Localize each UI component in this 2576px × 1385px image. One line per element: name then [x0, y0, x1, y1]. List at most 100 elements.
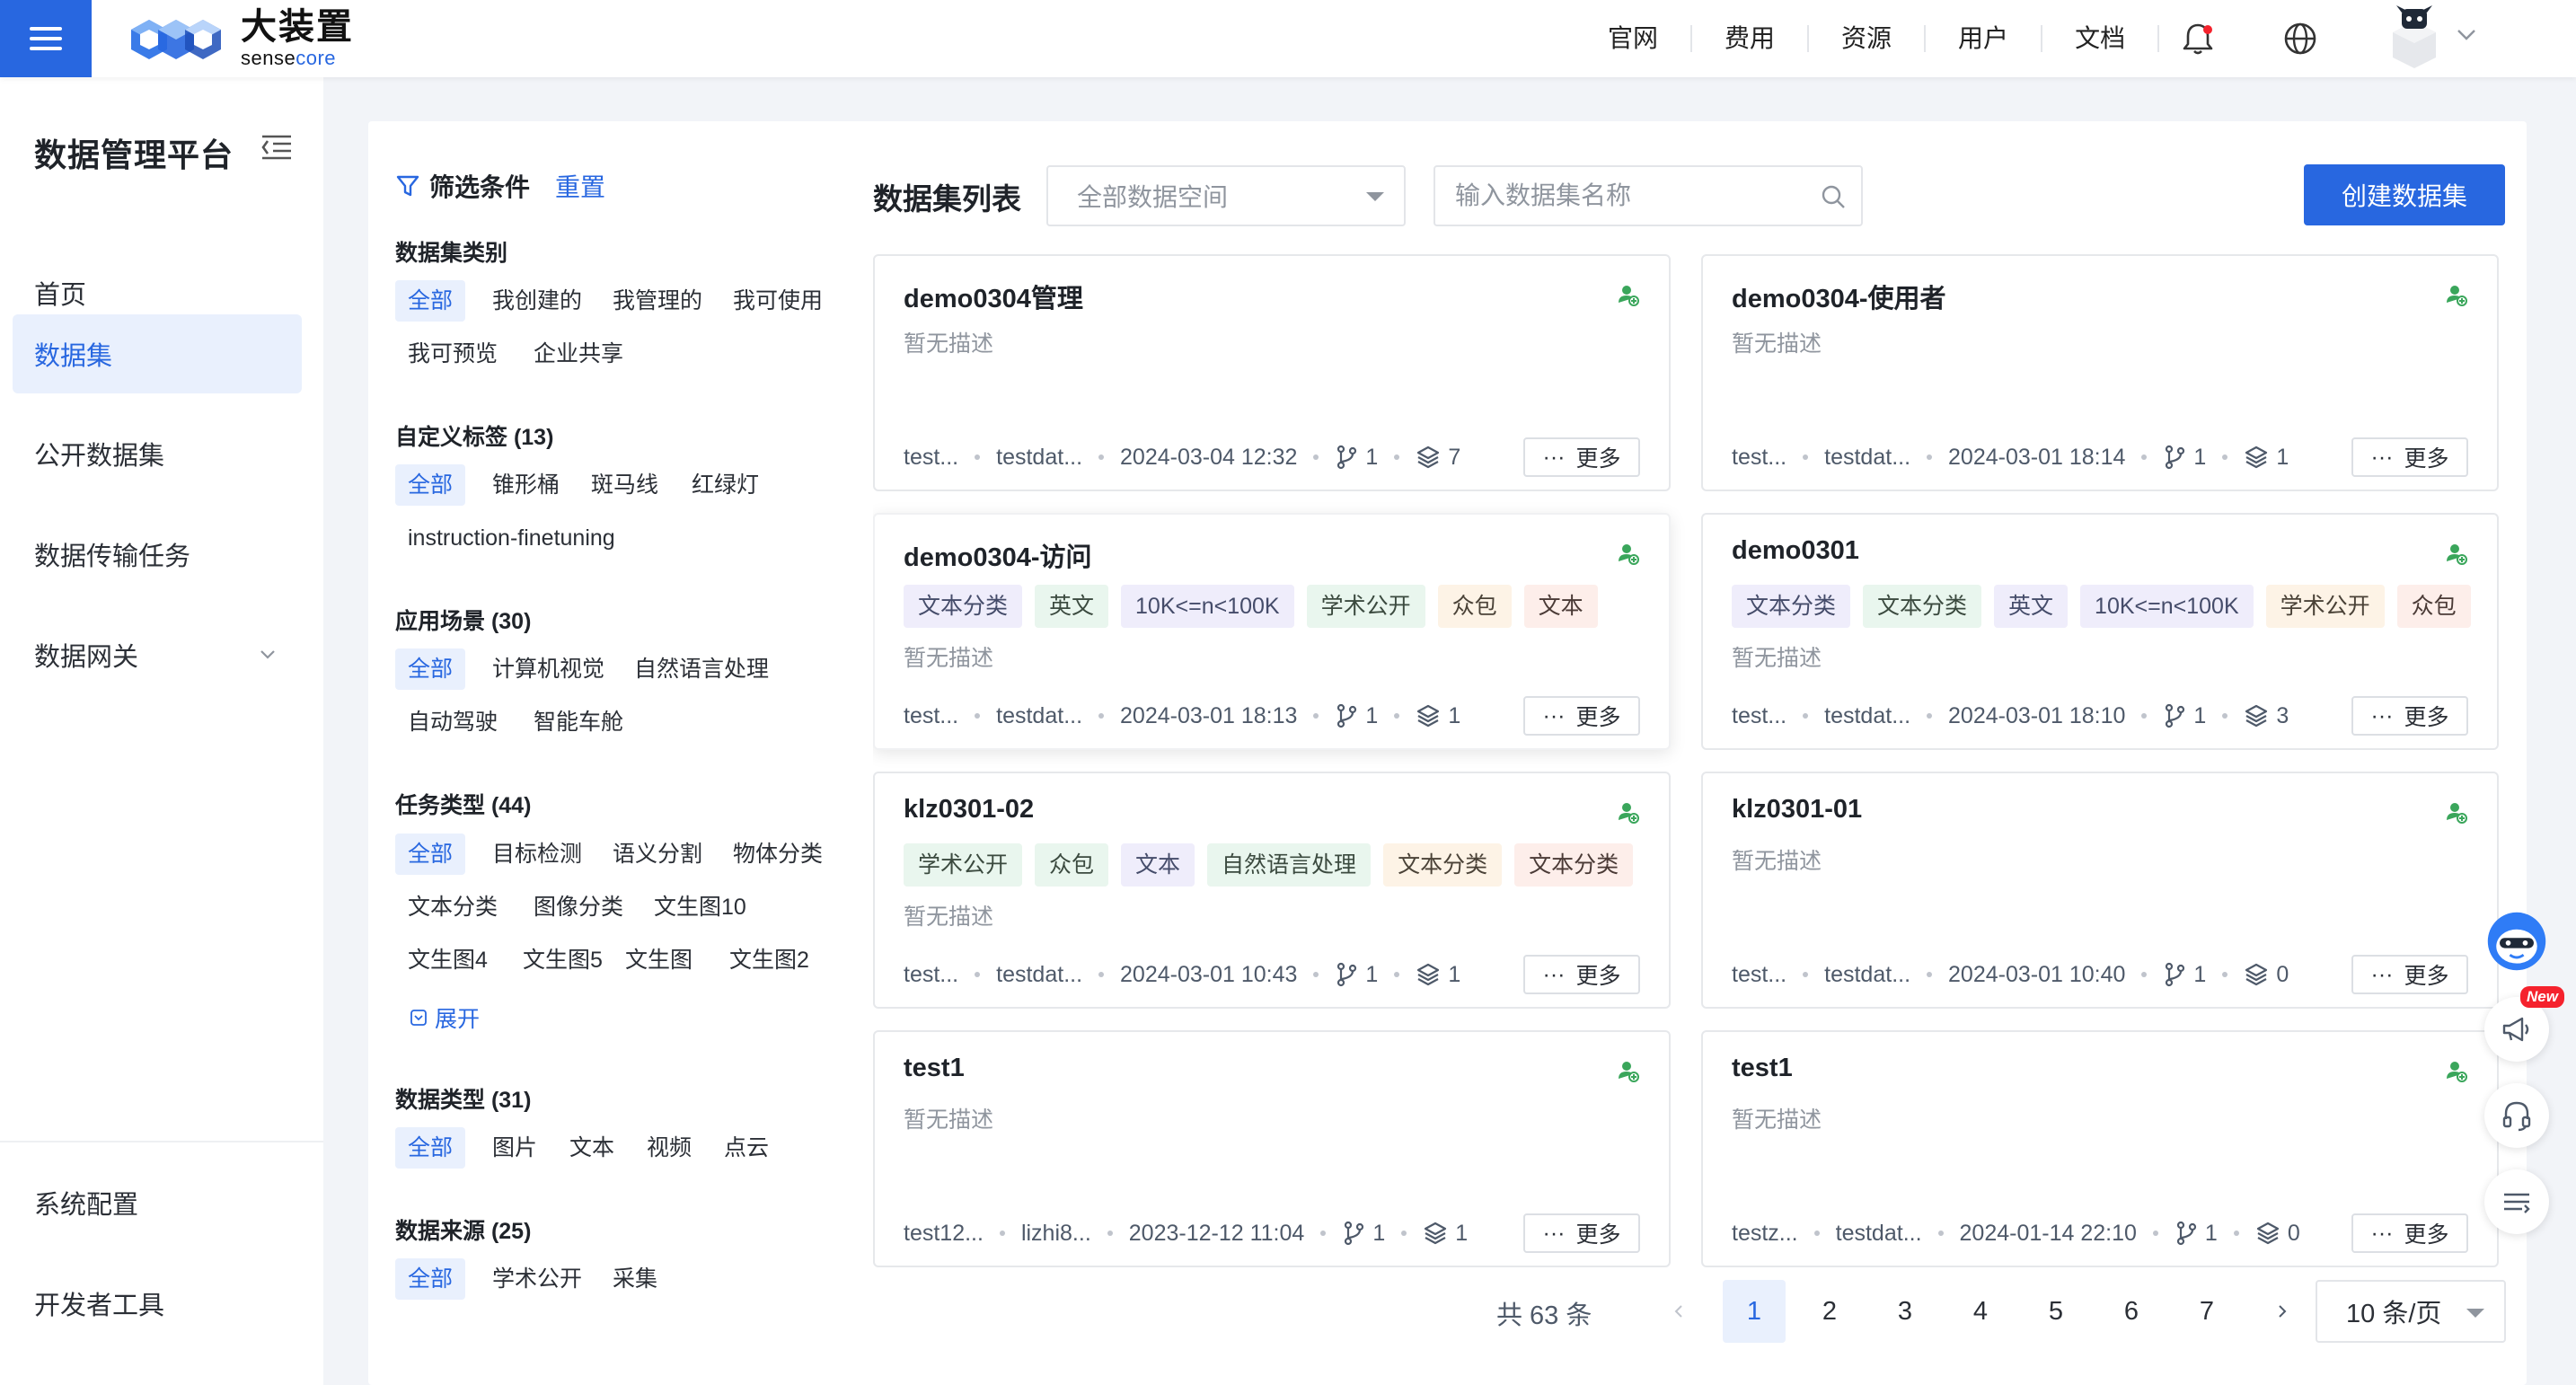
language-button[interactable] — [2276, 14, 2325, 63]
filter-chip[interactable]: 计算机视觉 — [480, 648, 617, 690]
top-nav-users[interactable]: 用户 — [1926, 25, 2043, 52]
page-size-select[interactable]: 10 条/页 — [2316, 1280, 2506, 1343]
top-nav-resources[interactable]: 资源 — [1809, 25, 1927, 52]
tools-menu-button[interactable] — [2484, 1169, 2549, 1234]
more-actions-button[interactable]: ··· 更多 — [1523, 1213, 1640, 1253]
dataset-name[interactable]: test1 — [904, 1054, 965, 1083]
dataset-search-input[interactable] — [1455, 181, 1805, 210]
dataset-name[interactable]: demo0304-使用者 — [1732, 278, 1946, 315]
more-actions-button[interactable]: ··· 更多 — [1523, 437, 1640, 477]
page-button[interactable]: 6 — [2100, 1280, 2163, 1343]
filter-chip[interactable]: 语义分割 — [600, 834, 715, 875]
expand-filter-link[interactable]: 展开 — [410, 1001, 480, 1034]
create-dataset-button[interactable]: 创建数据集 — [2304, 164, 2505, 225]
filter-chip[interactable]: 文生图2 — [717, 940, 822, 981]
filter-chip[interactable]: 我创建的 — [480, 280, 595, 322]
reset-filter-link[interactable]: 重置 — [555, 168, 605, 204]
next-page-button[interactable] — [2251, 1280, 2314, 1343]
sidebar-item-transfer-tasks[interactable]: 数据传输任务 — [13, 515, 302, 594]
prev-page-button[interactable] — [1647, 1280, 1710, 1343]
filter-chip[interactable]: 目标检测 — [480, 834, 595, 875]
page-button[interactable]: 1 — [1723, 1280, 1786, 1343]
filter-chip[interactable]: 全部 — [395, 834, 466, 875]
notification-button[interactable] — [2174, 14, 2222, 63]
customer-service-button[interactable] — [2484, 1083, 2549, 1148]
dataset-name[interactable]: demo0301 — [1732, 536, 1859, 566]
filter-chip[interactable]: 视频 — [634, 1127, 704, 1169]
dataset-name[interactable]: demo0304管理 — [904, 278, 1083, 315]
collapse-menu-icon[interactable] — [259, 129, 295, 165]
sidebar-item-public-datasets[interactable]: 公开数据集 — [13, 414, 302, 493]
expand-icon — [410, 1010, 427, 1026]
filter-chip[interactable]: 全部 — [395, 1127, 466, 1169]
filter-chip[interactable]: 文生图4 — [408, 940, 488, 981]
filter-chip[interactable]: 文生图10 — [641, 887, 759, 928]
filter-chip[interactable]: 我可使用 — [720, 280, 835, 322]
menu-toggle-button[interactable] — [0, 0, 92, 77]
dataset-name[interactable]: klz0301-02 — [904, 795, 1034, 825]
filter-chip[interactable]: instruction-finetuning — [408, 517, 615, 559]
filter-chip[interactable]: 自然语言处理 — [622, 648, 781, 690]
filter-group-title: 自定义标签 (13) — [395, 425, 554, 450]
more-actions-button[interactable]: ··· 更多 — [2351, 955, 2468, 994]
more-actions-button[interactable]: ··· 更多 — [1523, 696, 1640, 736]
page-button[interactable]: 2 — [1798, 1280, 1861, 1343]
top-nav-docs[interactable]: 文档 — [2042, 25, 2160, 52]
sidebar-item-system-config[interactable]: 系统配置 — [13, 1163, 302, 1242]
dataset-card[interactable]: demo0304-访问 文本分类 英文 10K<=n<100K 学术公开 众包 文本 暂无描述… — [873, 513, 1671, 750]
dataset-card[interactable]: demo0301 文本分类 文本分类 英文 10K<=n<100K 学术公开 众包 暂无描述 t… — [1701, 513, 2499, 750]
filter-chip[interactable]: 我可预览 — [408, 333, 498, 375]
filter-chip[interactable]: 斑马线 — [578, 464, 671, 506]
data-space-select[interactable]: 全部数据空间 — [1046, 165, 1406, 226]
tag-list: 文本分类 文本分类 英文 10K<=n<100K 学术公开 众包 — [1732, 585, 2471, 628]
sidebar-item-datasets[interactable]: 数据集 — [13, 314, 302, 393]
page-button[interactable]: 3 — [1874, 1280, 1936, 1343]
filter-group-title: 数据类型 (31) — [395, 1088, 532, 1113]
dataset-tag: 文本分类 — [904, 585, 1023, 628]
assistant-bot-button[interactable] — [2484, 909, 2549, 974]
filter-chip[interactable]: 文本 — [557, 1127, 627, 1169]
more-actions-button[interactable]: ··· 更多 — [2351, 1213, 2468, 1253]
dataset-space: testdat... — [996, 961, 1083, 987]
filter-chip[interactable]: 全部 — [395, 464, 466, 506]
dataset-card[interactable]: klz0301-02 学术公开 众包 文本 自然语言处理 文本分类 文本分类 暂无描述 test… — [873, 772, 1671, 1009]
dataset-card[interactable]: test1 暂无描述 testz... testdat... 2024-01-14 22… — [1701, 1030, 2499, 1267]
filter-chip[interactable]: 图像分类 — [521, 887, 636, 928]
page-button[interactable]: 7 — [2175, 1280, 2238, 1343]
more-actions-button[interactable]: ··· 更多 — [2351, 437, 2468, 477]
chevron-down-icon[interactable] — [2454, 22, 2479, 47]
sidebar-item-data-gateway[interactable]: 数据网关 — [13, 615, 302, 694]
filter-chip[interactable]: 全部 — [395, 280, 466, 322]
user-avatar[interactable] — [2382, 5, 2447, 70]
top-nav-billing[interactable]: 费用 — [1692, 25, 1810, 52]
search-icon[interactable] — [1820, 183, 1847, 210]
dataset-name[interactable]: test1 — [1732, 1054, 1793, 1083]
filter-chip[interactable]: 自动驾驶 — [408, 701, 498, 743]
dataset-name[interactable]: demo0304-访问 — [904, 536, 1092, 574]
filter-chip[interactable]: 文本分类 — [408, 887, 498, 928]
filter-chip[interactable]: 我管理的 — [600, 280, 715, 322]
dataset-card[interactable]: klz0301-01 暂无描述 test... testdat... 2024-03-0… — [1701, 772, 2499, 1009]
filter-chip[interactable]: 锥形桶 — [480, 464, 572, 506]
filter-chip[interactable]: 物体分类 — [720, 834, 835, 875]
dataset-card[interactable]: demo0304管理 暂无描述 test... testdat... 2024-03-0… — [873, 254, 1671, 491]
more-actions-button[interactable]: ··· 更多 — [2351, 696, 2468, 736]
sidebar-item-developer-tools[interactable]: 开发者工具 — [13, 1264, 302, 1343]
page-button[interactable]: 5 — [2025, 1280, 2087, 1343]
filter-chip[interactable]: 点云 — [711, 1127, 781, 1169]
top-nav-official-site[interactable]: 官网 — [1581, 25, 1693, 52]
dataset-card[interactable]: demo0304-使用者 暂无描述 test... testdat... 2024-03… — [1701, 254, 2499, 491]
filter-chip[interactable]: 文生图 — [613, 940, 705, 981]
filter-chip[interactable]: 图片 — [480, 1127, 550, 1169]
more-actions-button[interactable]: ··· 更多 — [1523, 955, 1640, 994]
brand-logo[interactable]: 大装置 sensecore — [122, 0, 354, 77]
page-button[interactable]: 4 — [1949, 1280, 2012, 1343]
filter-chip[interactable]: 企业共享 — [521, 333, 636, 375]
filter-chip[interactable]: 红绿灯 — [679, 464, 772, 506]
filter-chip[interactable]: 文生图5 — [510, 940, 615, 981]
filter-chip[interactable]: 智能车舱 — [521, 701, 636, 743]
dataset-card[interactable]: test1 暂无描述 test12... lizhi8... 2023-12-12 11… — [873, 1030, 1671, 1267]
filter-chip[interactable]: 全部 — [395, 648, 466, 690]
dataset-name[interactable]: klz0301-01 — [1732, 795, 1862, 825]
dataset-owner: test... — [1732, 702, 1787, 728]
